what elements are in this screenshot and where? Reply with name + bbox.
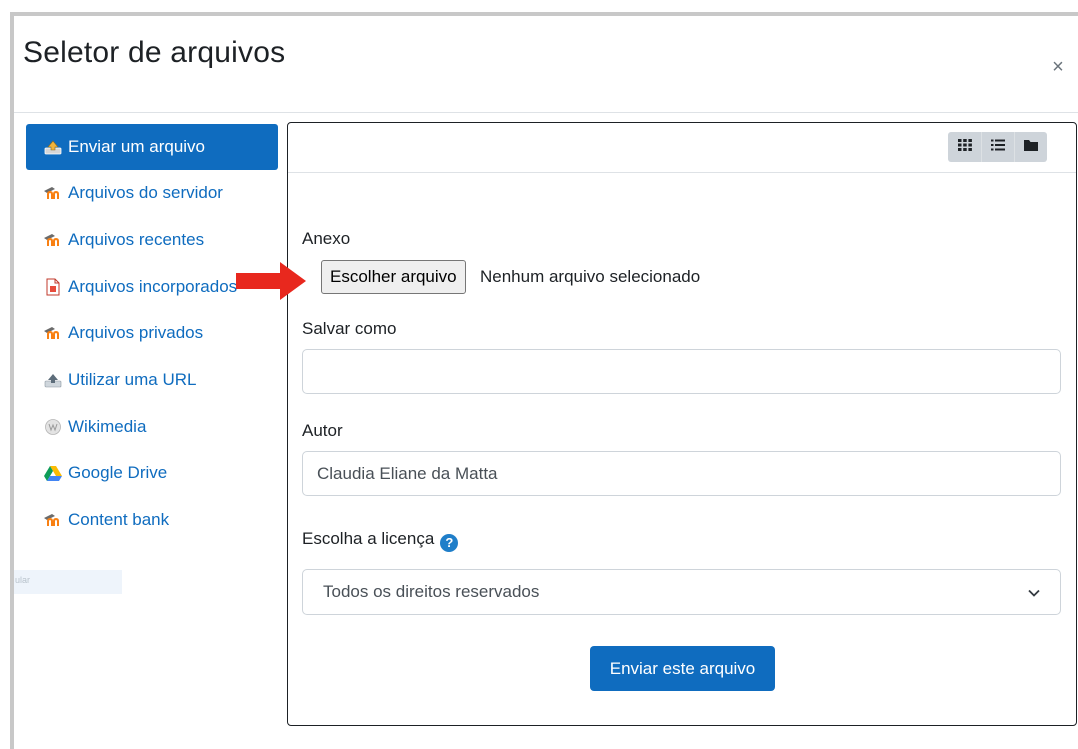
- moodle-icon: [43, 231, 63, 249]
- window-left-border: [10, 14, 14, 749]
- moodle-icon: [43, 324, 63, 342]
- moodle-icon: [43, 184, 63, 202]
- url-download-icon: [43, 371, 63, 389]
- choose-file-button[interactable]: Escolher arquivo: [321, 260, 466, 294]
- license-label-row: Escolha a licença?: [302, 529, 459, 552]
- grid-view-icon: [957, 138, 973, 157]
- save-as-input[interactable]: [302, 349, 1061, 394]
- grid-view-button[interactable]: [948, 132, 981, 162]
- wikimedia-icon: [43, 418, 63, 436]
- list-view-icon: [990, 138, 1006, 157]
- sidebar-item-upload[interactable]: Enviar um arquivo: [26, 124, 278, 170]
- license-label: Escolha a licença: [302, 529, 435, 548]
- sidebar-item-label: Arquivos privados: [68, 323, 204, 343]
- attachment-label: Anexo: [302, 229, 351, 248]
- embedded-file-icon: [43, 278, 63, 296]
- sidebar-item-wikimedia[interactable]: Wikimedia: [26, 403, 278, 450]
- close-button[interactable]: ×: [1047, 56, 1069, 78]
- upload-panel: Anexo Escolher arquivo Nenhum arquivo se…: [287, 122, 1077, 726]
- license-select[interactable]: Todos os direitos reservados: [302, 569, 1061, 615]
- repository-sidebar: Enviar um arquivo Arquivos do servidor A…: [26, 124, 278, 544]
- background-text: ular: [15, 575, 31, 585]
- sidebar-item-label: Content bank: [68, 510, 170, 530]
- help-icon[interactable]: ?: [440, 533, 459, 552]
- background-field: [14, 570, 122, 594]
- moodle-icon: [43, 511, 63, 529]
- folder-view-icon: [1023, 138, 1039, 157]
- upload-icon: [43, 138, 63, 156]
- sidebar-item-label: Google Drive: [68, 463, 168, 483]
- sidebar-item-label: Enviar um arquivo: [68, 137, 206, 156]
- sidebar-item-label: Wikimedia: [68, 416, 147, 436]
- folder-view-button[interactable]: [1014, 132, 1047, 162]
- google-drive-icon: [43, 464, 63, 482]
- upload-file-button[interactable]: Enviar este arquivo: [590, 646, 775, 691]
- sidebar-item-private-files[interactable]: Arquivos privados: [26, 310, 278, 357]
- no-file-status: Nenhum arquivo selecionado: [480, 267, 701, 286]
- sidebar-item-server-files[interactable]: Arquivos do servidor: [26, 170, 278, 217]
- sidebar-item-label: Utilizar uma URL: [68, 370, 197, 390]
- sidebar-item-url[interactable]: Utilizar uma URL: [26, 357, 278, 404]
- panel-toolbar: [288, 123, 1076, 173]
- list-view-button[interactable]: [981, 132, 1014, 162]
- sidebar-item-recent-files[interactable]: Arquivos recentes: [26, 217, 278, 264]
- sidebar-item-label: Arquivos recentes: [68, 230, 205, 250]
- view-switcher: [948, 132, 1047, 162]
- save-as-label: Salvar como: [302, 319, 397, 338]
- chevron-down-icon: [1028, 582, 1040, 602]
- license-selected-value: Todos os direitos reservados: [323, 582, 540, 601]
- red-arrow-icon: [236, 262, 306, 300]
- author-input[interactable]: Claudia Eliane da Matta: [302, 451, 1061, 496]
- dialog-title: Seletor de arquivos: [23, 36, 286, 69]
- author-label: Autor: [302, 421, 343, 440]
- sidebar-item-label: Arquivos incorporados: [68, 276, 238, 296]
- sidebar-item-google-drive[interactable]: Google Drive: [26, 450, 278, 497]
- sidebar-item-label: Arquivos do servidor: [68, 183, 223, 203]
- sidebar-item-content-bank[interactable]: Content bank: [26, 497, 278, 544]
